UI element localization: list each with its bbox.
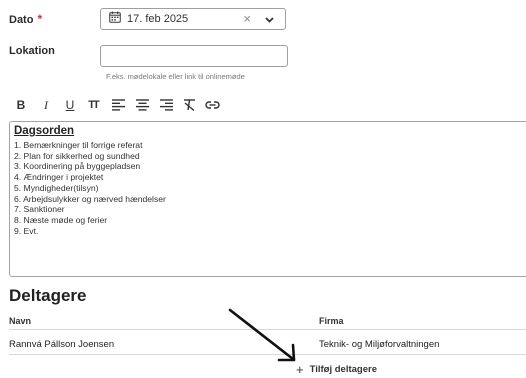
- underline-icon: U: [65, 98, 75, 112]
- date-field[interactable]: 17. feb 2025 ×: [100, 8, 286, 30]
- clear-icon[interactable]: ×: [243, 11, 251, 26]
- location-input[interactable]: [100, 45, 288, 67]
- list-item: 7. Sanktioner: [14, 204, 65, 215]
- date-label-text: Dato: [9, 14, 34, 26]
- underline-button[interactable]: U: [63, 97, 77, 113]
- clear-format-button[interactable]: [182, 97, 196, 113]
- bold-button[interactable]: B: [14, 97, 28, 113]
- align-center-button[interactable]: [135, 97, 149, 113]
- align-right-icon: [159, 99, 173, 111]
- list-item: 8. Næste møde og ferier: [14, 214, 108, 225]
- list-item: 6. Arbejdsulykker og nærved hændelser: [14, 193, 166, 204]
- list-item: 3. Koordinering på byggepladsen: [14, 161, 141, 172]
- required-mark: *: [37, 12, 43, 26]
- chevron-down-icon[interactable]: [264, 12, 275, 30]
- calendar-icon[interactable]: [109, 10, 121, 28]
- link-button[interactable]: [204, 97, 220, 113]
- plus-icon: +: [296, 362, 304, 377]
- align-left-icon: [111, 99, 125, 111]
- align-left-button[interactable]: [111, 97, 125, 113]
- list-item: 5. Myndigheder(tilsyn): [14, 182, 99, 193]
- date-label: Dato *: [9, 12, 42, 26]
- link-icon: [204, 101, 220, 109]
- text-size-icon: TT: [88, 99, 100, 111]
- column-header-name: Navn: [9, 316, 32, 326]
- bold-icon: B: [16, 98, 26, 112]
- add-participant-label: Tilføj deltagere: [309, 364, 377, 375]
- date-value: 17. feb 2025: [127, 13, 189, 25]
- participant-company: Teknik- og Miljøforvaltningen: [319, 339, 440, 350]
- location-label: Lokation: [9, 45, 55, 57]
- agenda-title: Dagsorden: [14, 125, 75, 137]
- italic-icon: I: [44, 97, 48, 112]
- list-item: 9. Evt.: [14, 225, 39, 236]
- list-item: 4. Ændringer i projektet: [14, 172, 104, 183]
- align-right-button[interactable]: [159, 97, 173, 113]
- annotation-arrow-icon: [228, 308, 296, 362]
- column-header-company: Firma: [319, 316, 344, 326]
- italic-button[interactable]: I: [39, 97, 53, 113]
- list-item: 2. Plan for sikkerhed og sundhed: [14, 150, 140, 161]
- agenda-list: 1. Bemærkninger til forrige referat 2. P…: [14, 140, 166, 236]
- text-size-button[interactable]: TT: [83, 97, 103, 113]
- location-hint: F.eks. mødelokale eller link til onlinem…: [106, 72, 245, 81]
- list-item: 1. Bemærkninger til forrige referat: [14, 140, 143, 150]
- align-center-icon: [135, 99, 149, 111]
- participants-title: Deltagere: [9, 286, 87, 305]
- participant-name: Rannvá Pállson Joensen: [9, 339, 115, 350]
- add-participant-button[interactable]: + Tilføj deltagere: [296, 362, 377, 377]
- clear-format-icon: [183, 99, 195, 111]
